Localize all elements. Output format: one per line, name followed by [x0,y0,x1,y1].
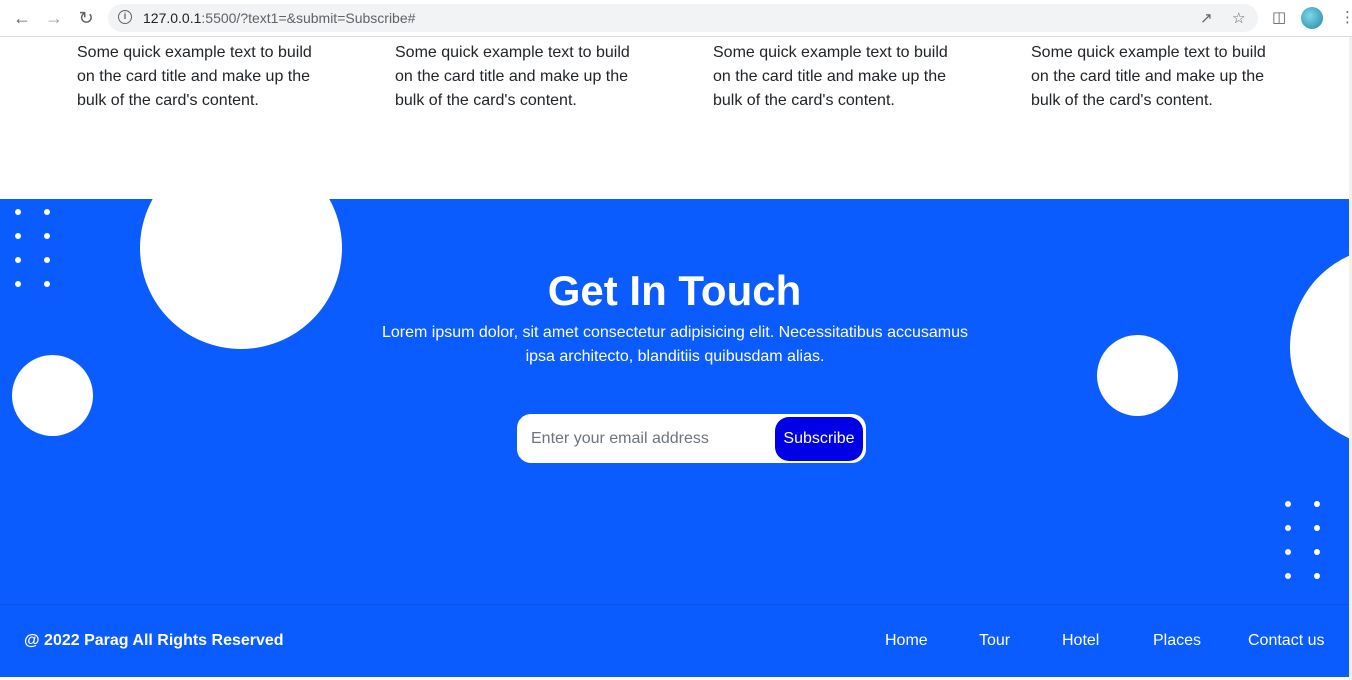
footer-link-contact[interactable]: Contact us [1248,632,1324,650]
decor-dot [15,209,21,215]
forward-arrow-icon[interactable]: → [44,8,64,28]
url-path: :5500/?text1=&submit=Subscribe# [201,10,416,26]
contact-description: Lorem ipsum dolor, sit amet consectetur … [381,324,969,365]
decor-dot [1285,525,1291,531]
email-input[interactable]: Enter your email address [531,430,709,448]
menu-kebab-icon[interactable]: ⋮ [1340,8,1352,26]
footer-link-tour[interactable]: Tour [979,632,1010,650]
decor-circle-small-left [12,355,93,436]
card-text-2: Some quick example text to build on the … [395,44,630,109]
reload-icon[interactable]: ↻ [76,8,96,28]
address-bar[interactable]: i 127.0.0.1:5500/?text1=&submit=Subscrib… [108,4,1258,32]
site-info-icon[interactable]: i [118,10,132,24]
side-panel-icon[interactable]: ◫ [1272,8,1286,26]
decor-dot [1314,573,1320,579]
footer: @ 2022 Parag All Rights Reserved Home To… [0,604,1349,677]
decor-dot [1314,549,1320,555]
decor-dot [1314,525,1320,531]
decor-dot [44,233,50,239]
bookmark-star-icon[interactable]: ☆ [1232,9,1245,27]
decor-dot [15,257,21,263]
subscribe-form: Enter your email address Subscribe [517,414,866,463]
copyright-text: @ 2022 Parag All Rights Reserved [24,632,284,649]
back-arrow-icon[interactable]: ← [12,8,32,28]
decor-dot [44,209,50,215]
decor-dot [1285,573,1291,579]
url-text[interactable]: 127.0.0.1:5500/?text1=&submit=Subscribe# [143,10,415,26]
share-icon[interactable]: ↗ [1200,9,1213,27]
card-text-1: Some quick example text to build on the … [77,44,312,109]
decor-circle-small-right [1097,335,1178,416]
footer-link-places[interactable]: Places [1153,632,1201,650]
url-host: 127.0.0.1 [143,10,202,26]
contact-title: Get In Touch [547,267,802,314]
contact-section: Get In Touch Lorem ipsum dolor, sit amet… [0,199,1349,604]
subscribe-button[interactable]: Subscribe [775,417,863,461]
browser-toolbar: ← → ↻ i 127.0.0.1:5500/?text1=&submit=Su… [0,0,1352,37]
footer-link-hotel[interactable]: Hotel [1062,632,1099,650]
decor-dot [1314,501,1320,507]
card-text-3: Some quick example text to build on the … [713,44,948,109]
card-text-4: Some quick example text to build on the … [1031,44,1266,109]
decor-dot [15,233,21,239]
profile-avatar[interactable] [1301,7,1323,29]
footer-link-home[interactable]: Home [885,632,928,650]
decor-dot [1285,501,1291,507]
decor-dot [44,257,50,263]
decor-dot [1285,549,1291,555]
